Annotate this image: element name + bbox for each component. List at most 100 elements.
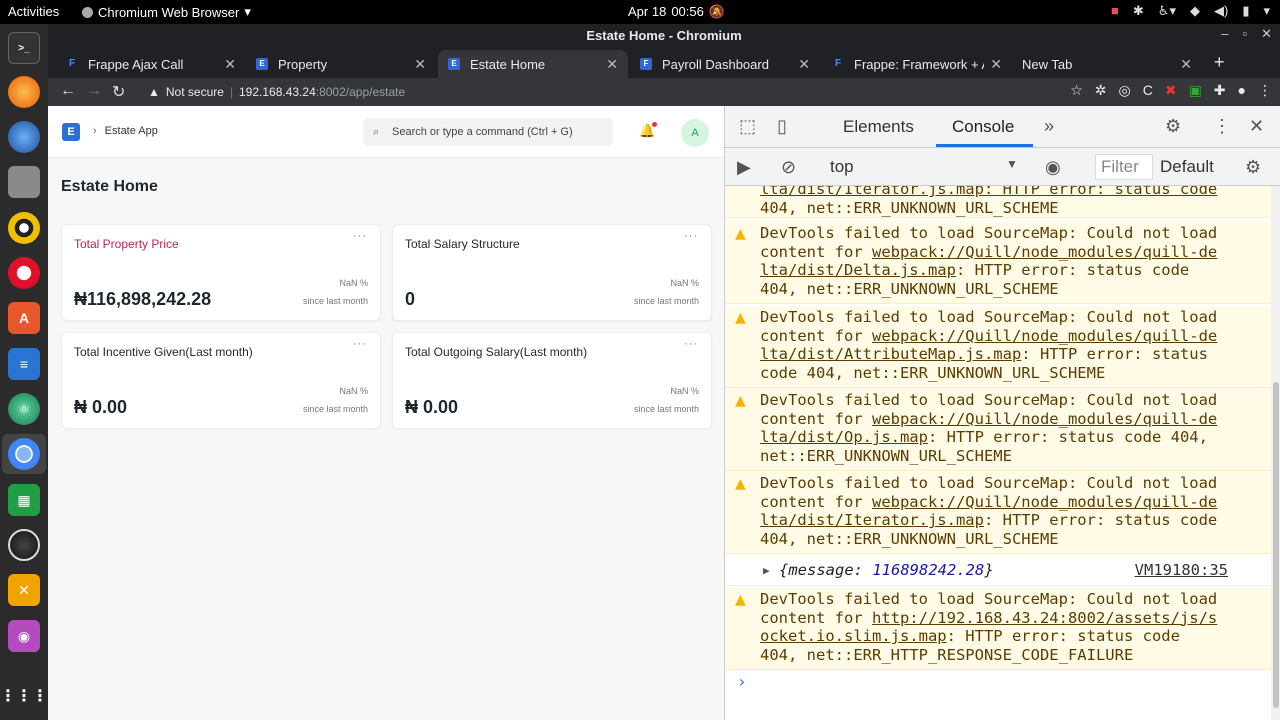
scrollbar-thumb[interactable] [1273, 382, 1279, 708]
extension-gear-icon[interactable]: ✲ [1095, 82, 1107, 99]
device-toolbar-icon[interactable]: ▯ [777, 116, 787, 137]
terminal-icon[interactable]: >_ [8, 32, 40, 64]
opera-icon[interactable] [8, 257, 40, 289]
more-menu-icon[interactable]: ⋮ [1258, 82, 1272, 99]
log-source-link[interactable]: VM19180:35 [1135, 561, 1228, 580]
more-tabs-icon[interactable]: » [1044, 116, 1054, 137]
system-tray[interactable]: ■ ✱ ♿▾ ◆ ◀) ▮ ▾ [1111, 3, 1270, 19]
close-devtools-icon[interactable]: ✕ [1249, 116, 1264, 137]
firefox-icon[interactable] [8, 76, 40, 108]
activities-button[interactable]: Activities [8, 4, 59, 19]
card-since-label: since last month [302, 404, 368, 414]
source-map-link[interactable]: lta/dist/AttributeMap.js.map [760, 345, 1021, 363]
address-bar[interactable]: 192.168.43.24:8002/app/estate [239, 85, 405, 99]
files-icon[interactable] [8, 166, 40, 198]
warning-line: lta/dist/Delta.js.map: HTTP error: statu… [760, 261, 1271, 280]
avatar[interactable]: A [681, 119, 709, 147]
card-total-property-price[interactable]: Total Property Price ··· NaN % since las… [61, 224, 381, 321]
tab-payroll-dashboard[interactable]: F Payroll Dashboard ✕ [630, 50, 820, 78]
show-apps-icon[interactable]: ⋮⋮⋮ [0, 680, 48, 712]
breadcrumb[interactable]: › Estate App [93, 125, 158, 137]
extension-circle-icon[interactable]: ◎ [1118, 82, 1130, 99]
source-map-link[interactable]: webpack://Quill/node_modules/quill-de [872, 493, 1217, 511]
thunderbird-icon[interactable] [8, 121, 40, 153]
close-tab-icon[interactable]: ✕ [990, 56, 1002, 73]
card-menu-icon[interactable]: ··· [353, 338, 367, 350]
console-settings-gear-icon[interactable]: ⚙ [1245, 157, 1261, 178]
card-total-incentive-given[interactable]: Total Incentive Given(Last month) ··· Na… [61, 332, 381, 429]
new-tab-plus-icon[interactable]: + [1214, 52, 1225, 73]
console-output: lta/dist/Iterator.js.map: HTTP error: st… [725, 186, 1271, 720]
console-scrollbar[interactable] [1271, 186, 1280, 720]
console-prompt-icon[interactable]: › [737, 672, 747, 692]
reload-icon[interactable]: ↻ [112, 82, 125, 102]
bookmark-star-icon[interactable]: ☆ [1070, 82, 1083, 99]
notification-bell-icon[interactable]: 🔔 [639, 122, 658, 139]
close-tab-icon[interactable]: ✕ [606, 56, 618, 73]
context-selector[interactable]: top [830, 157, 854, 177]
settings-gear-icon[interactable]: ⚙ [1165, 116, 1181, 137]
document-viewer-icon[interactable]: ≡ [8, 348, 40, 380]
extension-green-icon[interactable]: ▣ [1189, 82, 1202, 99]
maximize-icon[interactable]: ▫ [1242, 26, 1247, 42]
video-editor-icon[interactable]: ◉ [8, 620, 40, 652]
forward-arrow-icon[interactable]: → [86, 82, 102, 100]
tab-property[interactable]: E Property ✕ [246, 50, 436, 78]
close-tab-icon[interactable]: ✕ [1180, 56, 1192, 73]
close-tab-icon[interactable]: ✕ [414, 56, 426, 73]
card-menu-icon[interactable]: ··· [684, 338, 698, 350]
inspect-element-icon[interactable]: ⬚ [739, 116, 756, 137]
close-tab-icon[interactable]: ✕ [224, 56, 236, 73]
tab-frappe-ajax-call[interactable]: F Frappe Ajax Call ✕ [56, 50, 246, 78]
rhythmbox-icon[interactable] [8, 212, 40, 244]
frappe-favicon-icon: F [834, 58, 842, 69]
profile-icon[interactable]: ● [1238, 82, 1246, 99]
search-input[interactable]: ⌕ Search or type a command (Ctrl + G) [363, 118, 613, 146]
tab-elements[interactable]: Elements [843, 117, 914, 137]
atom-icon[interactable]: ⚛ [8, 393, 40, 425]
source-map-link[interactable]: http://192.168.43.24:8002/assets/js/s [872, 609, 1217, 627]
source-map-link[interactable]: lta/dist/Delta.js.map [760, 261, 956, 279]
source-map-link[interactable]: webpack://Quill/node_modules/quill-de [872, 410, 1217, 428]
minimize-icon[interactable]: – [1221, 26, 1228, 42]
console-log-entry[interactable]: ▶ {message: 116898242.28} VM19180:35 [725, 556, 1271, 586]
app-menu[interactable]: Chromium Web Browser ▾ [82, 4, 251, 20]
app-logo[interactable]: E [62, 123, 80, 141]
back-arrow-icon[interactable]: ← [60, 82, 76, 100]
card-menu-icon[interactable]: ··· [353, 230, 367, 242]
card-total-outgoing-salary[interactable]: Total Outgoing Salary(Last month) ··· Na… [392, 332, 712, 429]
clear-console-icon[interactable]: ⊘ [781, 157, 796, 178]
card-menu-icon[interactable]: ··· [684, 230, 698, 242]
source-map-link[interactable]: webpack://Quill/node_modules/quill-de [872, 327, 1217, 345]
live-expression-eye-icon[interactable]: ◉ [1045, 157, 1061, 178]
spreadsheet-icon[interactable]: ▦ [8, 484, 40, 516]
console-filter-input[interactable]: Filter [1095, 154, 1153, 180]
tab-estate-home[interactable]: E Estate Home ✕ [438, 50, 628, 78]
close-window-icon[interactable]: ✕ [1261, 26, 1272, 42]
file-transfer-icon[interactable]: ✕ [8, 574, 40, 606]
obs-icon[interactable] [8, 529, 40, 561]
log-levels-dropdown[interactable]: Default [1160, 157, 1214, 177]
tab-console[interactable]: Console [952, 117, 1014, 137]
warning-text: content for [760, 492, 872, 511]
source-map-link[interactable]: lta/dist/Iterator.js.map [760, 511, 984, 529]
close-tab-icon[interactable]: ✕ [798, 56, 810, 73]
extensions-puzzle-icon[interactable]: ✚ [1214, 82, 1226, 99]
context-dropdown-icon: ▼ [1006, 157, 1018, 171]
card-total-salary-structure[interactable]: Total Salary Structure ··· NaN % since l… [392, 224, 712, 321]
source-map-link[interactable]: lta/dist/Op.js.map [760, 428, 928, 446]
software-center-icon[interactable]: A [8, 302, 40, 334]
source-map-link[interactable]: webpack://Quill/node_modules/quill-de [872, 243, 1217, 261]
tab-new-tab[interactable]: New Tab ✕ [1012, 50, 1202, 78]
extension-x-icon[interactable]: ✖ [1165, 82, 1177, 99]
sidebar-toggle-icon[interactable]: ▶ [737, 157, 751, 178]
tab-frappe-framework[interactable]: F Frappe: Framework + A ✕ [822, 50, 1012, 78]
expand-triangle-icon[interactable]: ▶ [763, 562, 770, 581]
card-since-label: since last month [633, 404, 699, 414]
extension-c-icon[interactable]: C [1143, 82, 1153, 99]
source-map-link[interactable]: ocket.io.slim.js.map [760, 627, 947, 645]
more-options-icon[interactable]: ⋮ [1213, 116, 1231, 137]
chromium-icon[interactable] [8, 438, 40, 470]
security-indicator[interactable]: ▲ Not secure | [148, 85, 233, 99]
clock[interactable]: Apr 18 00:56 🔕 [628, 4, 725, 20]
